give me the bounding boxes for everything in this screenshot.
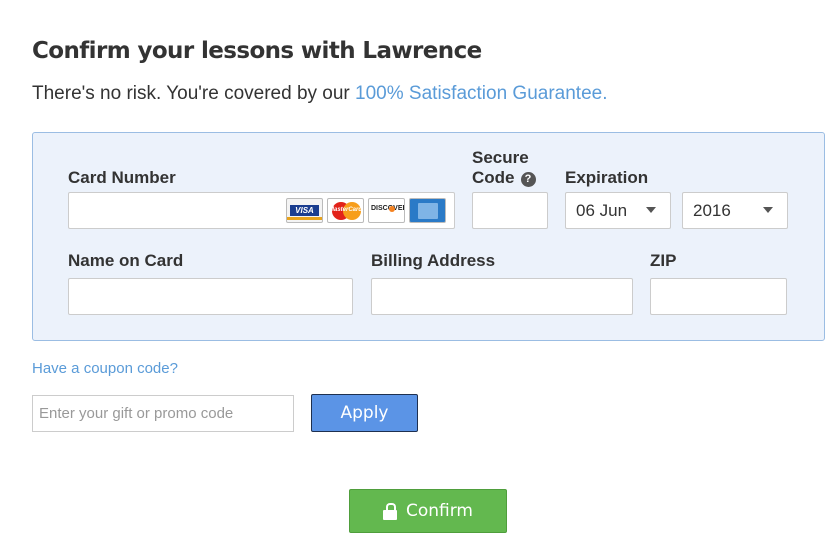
billing-address-label: Billing Address xyxy=(371,251,496,270)
satisfaction-guarantee-link[interactable]: 100% Satisfaction Guarantee. xyxy=(355,83,607,104)
visa-icon: VISA xyxy=(286,198,323,223)
expiration-year-value: 2016 xyxy=(693,201,731,220)
promo-code-input[interactable] xyxy=(32,395,294,432)
name-on-card-label: Name on Card xyxy=(68,251,184,270)
zip-label: ZIP xyxy=(650,251,677,270)
expiration-year-select[interactable]: 2016 xyxy=(682,192,788,229)
expiration-label: Expiration xyxy=(565,168,649,187)
billing-address-input[interactable] xyxy=(371,278,633,315)
payment-form-panel: Card Number VISA MasterCard DISCOVER Sec… xyxy=(32,132,825,341)
card-number-label: Card Number xyxy=(68,168,176,187)
secure-code-input[interactable] xyxy=(472,192,548,229)
amex-icon xyxy=(409,198,446,223)
card-number-input[interactable]: VISA MasterCard DISCOVER xyxy=(68,192,455,229)
help-icon[interactable]: ? xyxy=(520,172,536,187)
name-on-card-input[interactable] xyxy=(68,278,353,315)
expiration-month-select[interactable]: 06 Jun xyxy=(565,192,671,229)
card-brand-icons: VISA MasterCard DISCOVER xyxy=(286,198,446,223)
page-subtitle: There's no risk. You're covered by our 1… xyxy=(32,83,607,105)
expiration-month-value: 06 Jun xyxy=(576,201,628,220)
mastercard-icon: MasterCard xyxy=(327,198,364,223)
page-title: Confirm your lessons with Lawrence xyxy=(32,38,482,64)
subtitle-text: There's no risk. You're covered by our xyxy=(32,83,350,104)
confirm-button-label: Confirm xyxy=(405,501,473,521)
secure-code-label: Secure Code? xyxy=(472,148,536,188)
chevron-down-icon xyxy=(763,207,773,213)
discover-icon: DISCOVER xyxy=(368,198,405,223)
chevron-down-icon xyxy=(646,207,656,213)
coupon-code-link[interactable]: Have a coupon code? xyxy=(32,360,178,377)
confirm-button[interactable]: Confirm xyxy=(349,489,507,533)
apply-button[interactable]: Apply xyxy=(311,394,418,432)
lock-icon xyxy=(382,503,397,520)
zip-input[interactable] xyxy=(650,278,787,315)
